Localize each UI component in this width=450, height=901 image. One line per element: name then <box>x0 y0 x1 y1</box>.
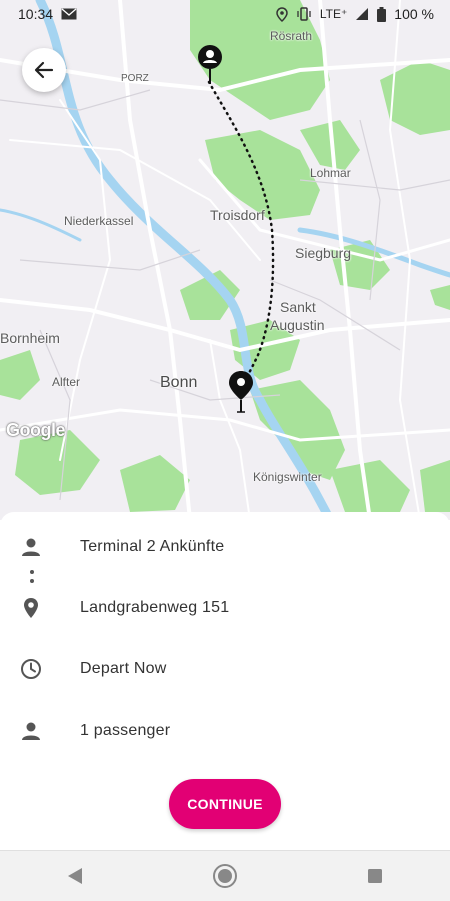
arrow-back-icon <box>34 61 54 79</box>
status-bar: 10:34 LTE⁺ 100 % <box>0 0 450 28</box>
destination-marker-icon[interactable] <box>228 370 254 414</box>
nav-back-button[interactable] <box>55 856 95 896</box>
map-view[interactable]: Rösrath PORZ Lohmar Niederkassel Troisdo… <box>0 0 450 520</box>
map-label-konigswinter: Königswinter <box>253 470 322 484</box>
destination-row[interactable]: Landgrabenweg 151 <box>0 588 450 628</box>
destination-label: Landgrabenweg 151 <box>80 599 230 616</box>
nav-home-button[interactable] <box>205 856 245 896</box>
origin-row[interactable]: Terminal 2 Ankünfte <box>0 527 450 567</box>
map-label-bornheim: Bornheim <box>0 330 60 346</box>
clock-icon <box>20 658 42 680</box>
signal-icon <box>356 8 369 20</box>
google-attribution[interactable]: Google <box>6 420 66 441</box>
vibrate-icon <box>297 7 311 21</box>
passenger-icon <box>20 720 42 742</box>
map-label-troisdorf: Troisdorf <box>210 207 265 223</box>
system-nav-bar <box>0 850 450 901</box>
network-type: LTE⁺ <box>319 7 348 21</box>
map-label-niederkassel: Niederkassel <box>64 214 134 228</box>
departure-time-label: Depart Now <box>80 660 167 677</box>
battery-icon <box>377 6 387 22</box>
map-label-lohmar: Lohmar <box>310 166 351 180</box>
location-pin-icon <box>20 597 42 619</box>
map-label-sankt: Sankt <box>280 299 316 315</box>
continue-button[interactable]: CONTINUE <box>169 779 281 829</box>
map-label-porz: PORZ <box>121 73 149 84</box>
mail-icon <box>61 8 77 20</box>
location-icon <box>276 6 288 22</box>
route-dots-icon <box>30 570 34 583</box>
status-time: 10:34 <box>18 6 54 22</box>
map-label-siegburg: Siegburg <box>295 245 352 261</box>
passengers-row[interactable]: 1 passenger <box>0 711 450 751</box>
map-label-bonn: Bonn <box>160 374 198 391</box>
origin-label: Terminal 2 Ankünfte <box>80 538 225 555</box>
square-recents-icon <box>368 869 382 883</box>
map-label-rosrath: Rösrath <box>270 29 313 43</box>
battery-level: 100 % <box>394 6 434 22</box>
passengers-label: 1 passenger <box>80 722 171 739</box>
departure-time-row[interactable]: Depart Now <box>0 649 450 689</box>
map-label-augustin: Augustin <box>270 317 325 333</box>
map-label-alfter: Alfter <box>52 375 81 389</box>
person-icon <box>20 536 42 558</box>
triangle-back-icon <box>68 868 82 884</box>
back-button[interactable] <box>22 48 66 92</box>
origin-marker-icon[interactable] <box>196 44 224 86</box>
home-circle-icon <box>213 864 237 888</box>
map-canvas <box>0 0 450 520</box>
nav-recents-button[interactable] <box>355 856 395 896</box>
